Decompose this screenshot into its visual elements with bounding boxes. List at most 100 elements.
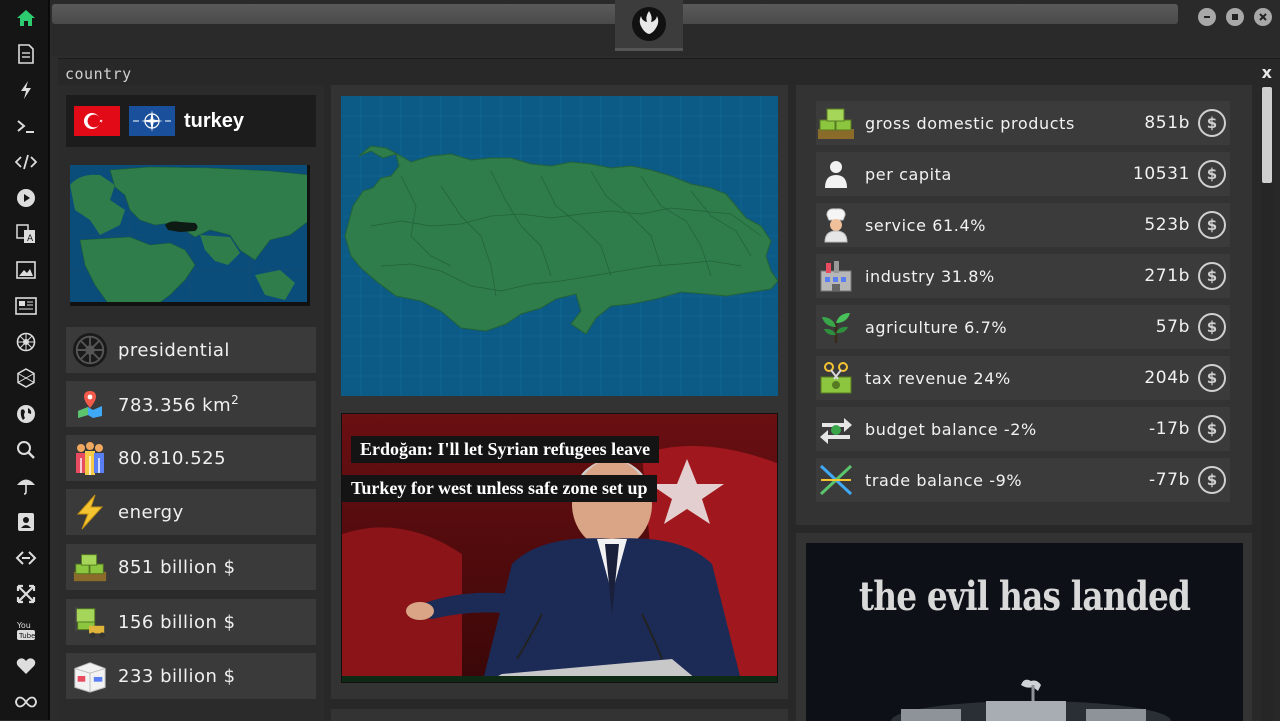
world-minimap[interactable] xyxy=(70,165,310,306)
sidebar: A You Tube xyxy=(0,0,50,720)
search-icon[interactable] xyxy=(13,437,39,463)
youtube-icon[interactable]: You Tube xyxy=(13,617,39,643)
area-label: 783.356 km2 xyxy=(118,392,240,416)
dollar-icon[interactable]: $ xyxy=(1198,364,1226,392)
svg-text:You: You xyxy=(16,621,31,630)
document-icon[interactable] xyxy=(13,41,39,67)
turkey-flag-icon xyxy=(74,106,120,136)
country-header: turkey xyxy=(66,95,316,147)
forklift-money-icon xyxy=(72,604,108,640)
dollar-icon[interactable]: $ xyxy=(1198,313,1226,341)
energy-bolt-icon xyxy=(72,494,108,530)
play-icon[interactable] xyxy=(13,185,39,211)
imports-row: 233 billion $ xyxy=(66,653,316,699)
svg-text:Tube: Tube xyxy=(18,632,35,640)
plant-icon xyxy=(816,307,856,347)
econ-value-tax: 204b xyxy=(1144,368,1190,388)
gdp-row: 851 billion $ xyxy=(66,544,316,590)
scrollbar-thumb[interactable] xyxy=(1262,87,1272,183)
econ-label-industry: industry 31.8% xyxy=(865,266,995,286)
panel-title: country xyxy=(65,65,132,83)
map-pin-icon xyxy=(72,386,108,422)
econ-row-tax: tax revenue 24% 204b $ xyxy=(816,356,1230,400)
econ-value-agriculture: 57b xyxy=(1155,317,1190,337)
imports-label: 233 billion $ xyxy=(118,665,236,687)
chef-icon xyxy=(816,205,856,245)
news-headline-line1: Erdoğan: I'll let Syrian refugees leave xyxy=(351,436,660,463)
middle-column-next xyxy=(331,709,788,721)
person-icon xyxy=(816,154,856,194)
econ-row-per-capita: per capita 10531 $ xyxy=(816,152,1230,196)
translate-icon[interactable]: A xyxy=(13,221,39,247)
home-icon[interactable] xyxy=(13,5,39,31)
news-headline-line2: Turkey for west unless safe zone set up xyxy=(342,475,657,502)
exports-row: 156 billion $ xyxy=(66,599,316,645)
government-row: presidential xyxy=(66,327,316,373)
panel-close-button[interactable]: x xyxy=(1262,63,1272,82)
econ-label-per-capita: per capita xyxy=(865,164,952,184)
nato-flag-icon xyxy=(129,106,175,136)
econ-row-trade: trade balance -9% -77b $ xyxy=(816,458,1230,502)
trade-cross-icon xyxy=(816,460,856,500)
population-icon xyxy=(72,440,108,476)
empire-icon[interactable] xyxy=(13,329,39,355)
economy-panel: gross domestic products 851b $ per capit… xyxy=(796,85,1252,525)
infinity-icon[interactable] xyxy=(13,689,39,715)
econ-label-service: service 61.4% xyxy=(865,215,987,235)
dollar-icon[interactable]: $ xyxy=(1198,211,1226,239)
money-stack-icon xyxy=(816,103,856,143)
heart-icon[interactable] xyxy=(13,653,39,679)
econ-label-tax: tax revenue 24% xyxy=(865,368,1011,388)
balance-arrows-icon xyxy=(816,409,856,449)
emblem-tab[interactable] xyxy=(615,0,683,51)
promo-banner[interactable]: the evil has landed xyxy=(806,543,1243,721)
dollar-icon[interactable]: $ xyxy=(1198,109,1226,137)
expand-icon[interactable] xyxy=(13,581,39,607)
chain-icon[interactable] xyxy=(13,545,39,571)
maximize-button[interactable] xyxy=(1226,8,1244,26)
population-row: 80.810.525 xyxy=(66,435,316,481)
econ-row-budget: budget balance -2% -17b $ xyxy=(816,407,1230,451)
terminal-icon[interactable] xyxy=(13,113,39,139)
image-icon[interactable] xyxy=(13,257,39,283)
government-label: presidential xyxy=(118,339,230,361)
dollar-icon[interactable]: $ xyxy=(1198,160,1226,188)
contact-icon[interactable] xyxy=(13,509,39,535)
econ-label-agriculture: agriculture 6.7% xyxy=(865,317,1008,337)
exports-label: 156 billion $ xyxy=(118,611,236,633)
dollar-icon[interactable]: $ xyxy=(1198,415,1226,443)
econ-value-budget: -17b xyxy=(1149,419,1190,439)
econ-value-per-capita: 10531 xyxy=(1132,164,1190,184)
econ-label-trade: trade balance -9% xyxy=(865,470,1023,490)
rebel-alliance-icon xyxy=(632,7,666,41)
cash-scissors-icon xyxy=(816,358,856,398)
gdp-label: 851 billion $ xyxy=(118,556,236,578)
lightning-icon[interactable] xyxy=(13,77,39,103)
econ-value-gdp: 851b xyxy=(1144,113,1190,133)
country-map[interactable] xyxy=(341,96,778,396)
dollar-icon[interactable]: $ xyxy=(1198,466,1226,494)
econ-row-agriculture: agriculture 6.7% 57b $ xyxy=(816,305,1230,349)
econ-value-trade: -77b xyxy=(1149,470,1190,490)
area-row: 783.356 km2 xyxy=(66,381,316,427)
econ-row-service: service 61.4% 523b $ xyxy=(816,203,1230,247)
news-panel[interactable]: Erdoğan: I'll let Syrian refugees leave … xyxy=(341,413,778,683)
resource-row: energy xyxy=(66,489,316,535)
country-name: turkey xyxy=(184,109,245,132)
econ-label-gdp: gross domestic products xyxy=(865,113,1075,133)
code-icon[interactable] xyxy=(13,149,39,175)
globe-icon[interactable] xyxy=(13,401,39,427)
econ-value-service: 523b xyxy=(1144,215,1190,235)
population-label: 80.810.525 xyxy=(118,447,227,469)
minimize-button[interactable] xyxy=(1198,8,1216,26)
dollar-icon[interactable]: $ xyxy=(1198,262,1226,290)
econ-row-gdp: gross domestic products 851b $ xyxy=(816,101,1230,145)
umbrella-icon[interactable] xyxy=(13,473,39,499)
close-window-button[interactable] xyxy=(1254,8,1272,26)
resource-label: energy xyxy=(118,501,184,523)
econ-row-industry: industry 31.8% 271b $ xyxy=(816,254,1230,298)
hexagon-icon[interactable] xyxy=(13,365,39,391)
factory-icon xyxy=(816,256,856,296)
newspaper-icon[interactable] xyxy=(13,293,39,319)
promo-artwork xyxy=(891,679,1171,721)
